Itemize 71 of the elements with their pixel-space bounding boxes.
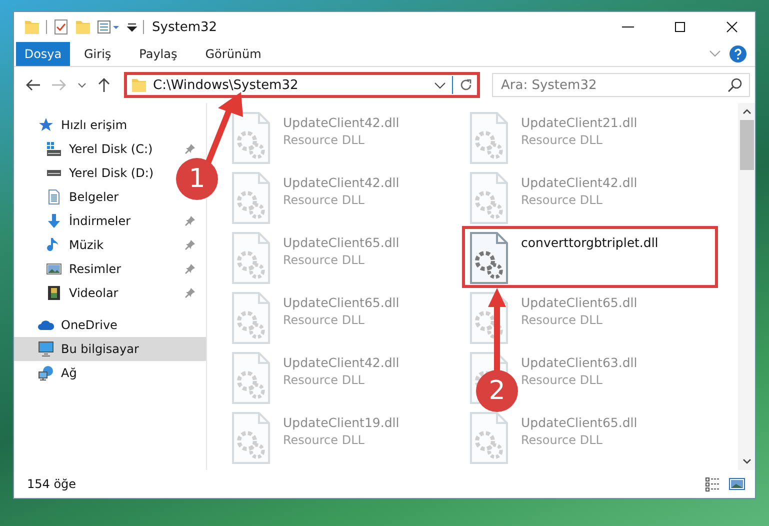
file-type: Resource DLL bbox=[283, 373, 364, 387]
dll-file-icon bbox=[467, 111, 511, 165]
dll-file-icon bbox=[229, 411, 273, 465]
maximize-icon[interactable] bbox=[674, 21, 686, 33]
file-type: Resource DLL bbox=[283, 253, 364, 267]
search-field[interactable]: Ara: System32 bbox=[492, 73, 750, 97]
file-type: Resource DLL bbox=[521, 433, 602, 447]
file-type: Resource DLL bbox=[283, 193, 364, 207]
network-icon bbox=[38, 365, 54, 381]
details-view-icon[interactable] bbox=[705, 476, 721, 492]
file-name[interactable]: converttorgbtriplet.dll bbox=[521, 235, 658, 250]
chevron-down-icon[interactable] bbox=[78, 82, 86, 88]
address-bar[interactable]: C:\Windows\System32 bbox=[124, 72, 480, 98]
dll-file-icon bbox=[467, 231, 511, 285]
file-type: Resource DLL bbox=[521, 373, 602, 387]
checklist-icon[interactable] bbox=[53, 19, 69, 35]
dll-file-icon bbox=[467, 411, 511, 465]
file-type: Resource DLL bbox=[521, 133, 602, 147]
sidebar-item[interactable]: Belgeler bbox=[14, 185, 123, 209]
address-path: C:\Windows\System32 bbox=[153, 78, 300, 92]
drive-icon bbox=[46, 141, 62, 157]
back-arrow-icon[interactable] bbox=[26, 79, 40, 91]
dll-file-icon bbox=[467, 171, 511, 225]
ribbon-tab[interactable]: Görünüm bbox=[191, 42, 276, 66]
scrollbar[interactable] bbox=[738, 103, 755, 470]
dll-file-icon bbox=[229, 231, 273, 285]
file-type: Resource DLL bbox=[283, 433, 364, 447]
file-type: Resource DLL bbox=[521, 193, 602, 207]
sidebar-item[interactable]: Ağ bbox=[14, 361, 81, 385]
sidebar-item[interactable]: İndirmeler bbox=[14, 209, 135, 233]
film-icon bbox=[46, 285, 62, 301]
help-icon[interactable] bbox=[729, 45, 747, 63]
dll-file-icon bbox=[229, 291, 273, 345]
sidebar-item[interactable]: Resimler bbox=[14, 257, 126, 281]
dll-file-icon bbox=[229, 351, 273, 405]
monitor-icon bbox=[38, 341, 54, 357]
dll-file-icon bbox=[229, 111, 273, 165]
search-icon bbox=[728, 78, 742, 92]
large-icons-view-icon[interactable] bbox=[729, 478, 745, 490]
close-icon[interactable] bbox=[726, 21, 738, 33]
folder-icon bbox=[131, 77, 147, 93]
down-arrow-icon bbox=[46, 213, 62, 229]
sidebar-item[interactable]: Müzik bbox=[14, 233, 108, 257]
window-title: System32 bbox=[151, 20, 218, 34]
file-tab[interactable]: Dosya bbox=[16, 42, 70, 66]
ribbon-tab[interactable]: Paylaş bbox=[125, 42, 192, 66]
sidebar-item[interactable]: Hızlı erişim bbox=[14, 113, 132, 137]
caret-icon[interactable] bbox=[127, 22, 137, 32]
chevron-down-icon[interactable] bbox=[434, 82, 446, 88]
properties-icon[interactable] bbox=[97, 19, 121, 35]
chevron-up-icon[interactable] bbox=[742, 109, 750, 114]
sidebar-item[interactable]: Yerel Disk (C:) bbox=[14, 137, 157, 161]
dll-file-icon bbox=[467, 291, 511, 345]
item-count: 154 öğe bbox=[27, 477, 76, 491]
document-icon bbox=[46, 189, 62, 205]
file-type: Resource DLL bbox=[283, 313, 364, 327]
up-arrow-icon[interactable] bbox=[98, 78, 110, 92]
chevron-down-icon[interactable] bbox=[742, 459, 750, 464]
image-icon bbox=[46, 261, 62, 277]
sidebar-item[interactable]: OneDrive bbox=[14, 313, 122, 337]
refresh-icon[interactable] bbox=[459, 78, 473, 92]
sidebar-item[interactable]: Bu bilgisayar bbox=[14, 337, 206, 361]
sidebar-item[interactable]: Videolar bbox=[14, 281, 122, 305]
file-type: Resource DLL bbox=[283, 133, 364, 147]
scrollbar-thumb[interactable] bbox=[740, 120, 754, 170]
sidebar-item[interactable]: Yerel Disk (D:) bbox=[14, 161, 158, 185]
file-type: Resource DLL bbox=[521, 313, 602, 327]
ribbon-tab[interactable]: Giriş bbox=[70, 42, 126, 66]
dll-file-icon bbox=[229, 171, 273, 225]
star-icon bbox=[38, 117, 54, 133]
drive-icon bbox=[46, 169, 62, 177]
